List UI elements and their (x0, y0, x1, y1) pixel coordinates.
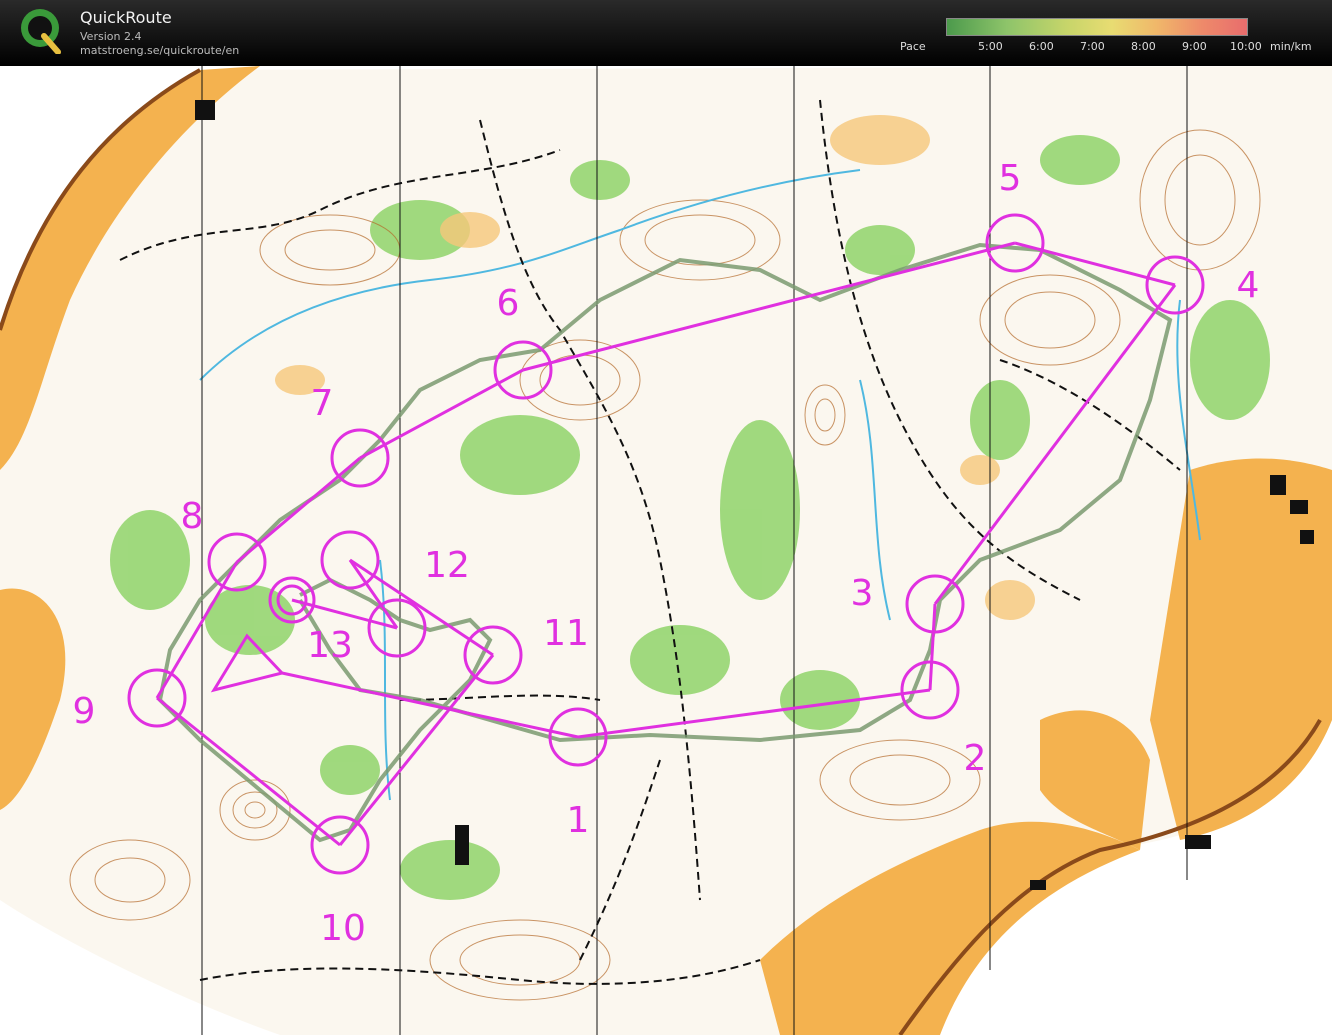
control-number: 10 (320, 908, 366, 949)
pace-label: Pace (900, 40, 926, 53)
pace-tick: 8:00 (1131, 40, 1156, 53)
app-version: Version 2.4 (80, 30, 142, 43)
pace-tick: 6:00 (1029, 40, 1054, 53)
orienteering-map[interactable]: 12345678910111213 (0, 66, 1332, 1035)
pace-unit: min/km (1270, 40, 1312, 53)
pace-tick: 7:00 (1080, 40, 1105, 53)
pace-tick: 9:00 (1182, 40, 1207, 53)
control-number: 3 (851, 573, 874, 614)
control-number: 8 (181, 496, 204, 537)
control-number: 6 (497, 283, 520, 324)
control-number: 9 (73, 691, 96, 732)
control-number: 11 (543, 613, 589, 654)
control-number: 2 (964, 738, 987, 779)
app-title: QuickRoute (80, 8, 172, 27)
control-number: 4 (1237, 265, 1260, 306)
pace-tick: 5:00 (978, 40, 1003, 53)
control-number: 5 (999, 158, 1022, 199)
title-bar: QuickRoute Version 2.4 matstroeng.se/qui… (0, 0, 1332, 66)
app-url: matstroeng.se/quickroute/en (80, 44, 240, 57)
pace-tick: 10:00 (1230, 40, 1262, 53)
pace-color-scale (946, 18, 1248, 36)
control-number: 13 (307, 625, 353, 666)
control-number: 1 (567, 800, 590, 841)
quickroute-logo-icon (21, 9, 61, 54)
control-number: 7 (311, 383, 334, 424)
control-number: 12 (424, 545, 470, 586)
